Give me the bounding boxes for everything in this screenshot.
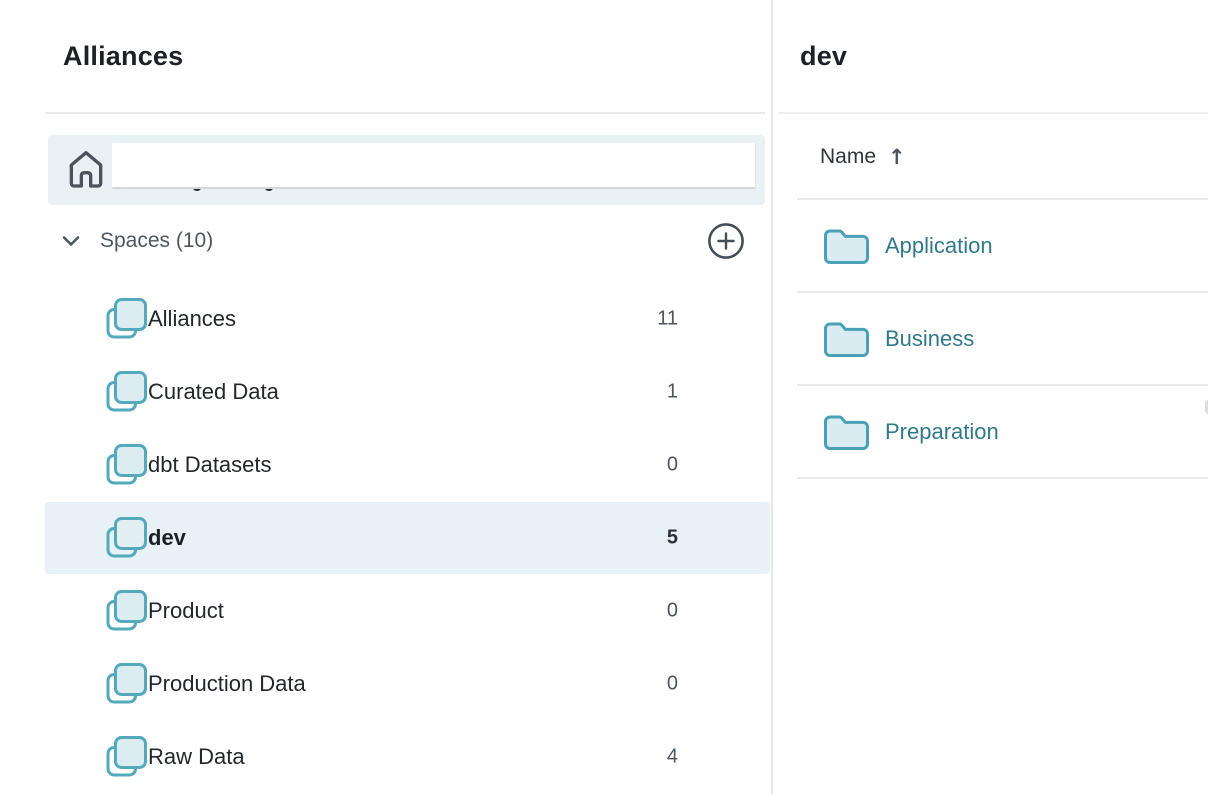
table-header-name[interactable]: Name ↑ [820, 141, 906, 173]
space-icon [105, 662, 148, 712]
sidebar-item-alliances[interactable]: Alliances 11 [45, 283, 770, 355]
space-label: Alliances [148, 306, 236, 332]
space-count: 5 [667, 527, 678, 550]
space-icon [105, 735, 148, 785]
space-count: 0 [667, 454, 678, 477]
page-title: dev [800, 40, 847, 72]
folder-link[interactable]: Business [885, 326, 974, 352]
chevron-down-icon[interactable] [59, 229, 83, 258]
redaction-box [112, 143, 756, 189]
home-row[interactable] [48, 135, 765, 205]
space-icon [105, 370, 148, 420]
space-icon [105, 516, 148, 566]
sidebar-title: Alliances [63, 40, 183, 72]
folder-link[interactable]: Application [885, 233, 993, 259]
sidebar: Alliances Spaces (10) [0, 0, 770, 794]
sidebar-item-raw-data[interactable]: Raw Data 4 [45, 721, 770, 793]
spaces-section-header[interactable]: Spaces (10) [45, 220, 770, 262]
space-icon [105, 589, 148, 639]
sidebar-item-production-data[interactable]: Production Data 0 [45, 648, 770, 720]
sidebar-item-dbt-datasets[interactable]: dbt Datasets 0 [45, 429, 770, 501]
spaces-section-label: Spaces (10) [100, 229, 213, 253]
sort-ascending-arrow-icon: ↑ [888, 145, 906, 169]
add-space-button[interactable] [706, 221, 746, 261]
table-row-preparation[interactable]: Preparation [797, 386, 1208, 479]
space-icon [105, 443, 148, 493]
space-label: Curated Data [148, 379, 279, 405]
space-count: 11 [657, 308, 678, 331]
space-label: Raw Data [148, 744, 245, 770]
space-label: Product [148, 598, 224, 624]
space-count: 1 [667, 381, 678, 404]
table-row-business[interactable]: Business [797, 293, 1208, 386]
space-label: Production Data [148, 671, 306, 697]
space-icon [105, 297, 148, 347]
plus-circle-icon [706, 249, 746, 264]
main-panel: dev Name ↑ Application Business Preparat… [773, 0, 1208, 794]
home-icon [66, 146, 106, 197]
folder-icon [823, 320, 870, 363]
folder-icon [823, 413, 870, 456]
table-row-application[interactable]: Application [797, 200, 1208, 293]
name-column-label: Name [820, 145, 876, 169]
sidebar-item-dev[interactable]: dev 5 [45, 502, 770, 574]
folder-link[interactable]: Preparation [885, 419, 999, 445]
space-count: 4 [667, 746, 678, 769]
space-label: dbt Datasets [148, 452, 272, 478]
space-count: 0 [667, 600, 678, 623]
space-count: 0 [667, 673, 678, 696]
space-label: dev [148, 525, 186, 551]
folder-icon [823, 227, 870, 270]
sidebar-item-product[interactable]: Product 0 [45, 575, 770, 647]
sidebar-item-curated-data[interactable]: Curated Data 1 [45, 356, 770, 428]
divider [779, 112, 1208, 114]
divider [45, 112, 765, 114]
